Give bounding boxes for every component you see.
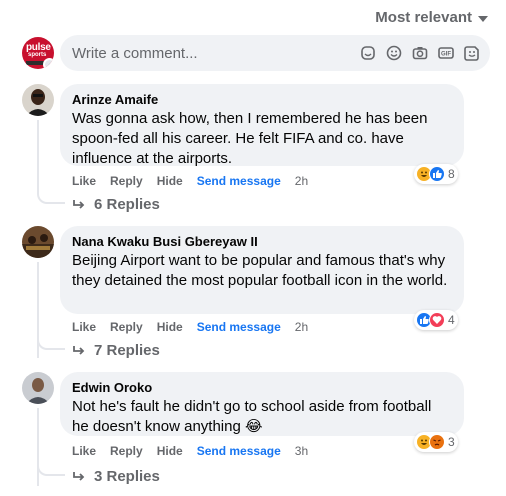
sort-label: Most relevant — [375, 9, 472, 26]
reply-button[interactable]: Reply — [110, 444, 143, 458]
reply-arrow-icon — [73, 345, 85, 355]
camera-icon[interactable] — [412, 45, 428, 61]
replies-count: 6 Replies — [94, 196, 160, 213]
reply-button[interactable]: Reply — [110, 174, 143, 188]
comment-composer: pulse sports Write a comment... GIF — [22, 35, 490, 71]
chevron-down-icon[interactable] — [43, 58, 54, 69]
comment-input[interactable]: Write a comment... GIF — [60, 35, 490, 71]
replies-count: 7 Replies — [94, 342, 160, 359]
comment-item: Nana Kwaku Busi Gbereyaw II Beijing Airp… — [22, 226, 490, 366]
comment-text: Not he's fault he didn't go to school as… — [72, 398, 432, 435]
thread-line — [37, 120, 39, 194]
comment-text: Was gonna ask how, then I remembered he … — [72, 110, 428, 167]
comment-actions: Like Reply Hide Send message 2h — [72, 320, 308, 334]
love-reaction-icon — [429, 312, 445, 328]
comment-actions: Like Reply Hide Send message 2h — [72, 174, 308, 188]
sort-dropdown[interactable]: Most relevant — [375, 9, 488, 26]
reaction-summary[interactable]: 4 — [414, 310, 458, 330]
replies-count: 3 Replies — [94, 468, 160, 485]
timestamp[interactable]: 3h — [295, 444, 308, 458]
avatar-logo-subtext: sports — [28, 52, 47, 58]
hide-button[interactable]: Hide — [157, 444, 183, 458]
comment-author[interactable]: Nana Kwaku Busi Gbereyaw II — [72, 234, 452, 250]
avatar[interactable] — [22, 372, 54, 404]
angry-reaction-icon — [429, 434, 445, 450]
thread-line — [37, 408, 39, 486]
like-button[interactable]: Like — [72, 444, 96, 458]
send-message-button[interactable]: Send message — [197, 174, 281, 188]
thread-connector — [37, 338, 65, 350]
comment-item: Arinze Amaife Was gonna ask how, then I … — [22, 84, 490, 224]
reply-arrow-icon — [73, 471, 85, 481]
avatar[interactable] — [22, 84, 54, 116]
comment-bubble: Edwin Oroko Not he's fault he didn't go … — [60, 372, 464, 436]
comment-item: Edwin Oroko Not he's fault he didn't go … — [22, 372, 490, 496]
thread-connector — [37, 464, 65, 476]
like-reaction-icon — [429, 166, 445, 182]
reaction-summary[interactable]: 8 — [414, 164, 458, 184]
like-button[interactable]: Like — [72, 320, 96, 334]
comment-bubble: Arinze Amaife Was gonna ask how, then I … — [60, 84, 464, 167]
send-message-button[interactable]: Send message — [197, 444, 281, 458]
comment-author[interactable]: Edwin Oroko — [72, 380, 452, 396]
comment-text: Beijing Airport want to be popular and f… — [72, 252, 448, 289]
like-button[interactable]: Like — [72, 174, 96, 188]
caret-down-icon — [478, 15, 488, 22]
avatar-sticker-icon[interactable] — [464, 45, 480, 61]
reaction-summary[interactable]: 3 — [414, 432, 458, 452]
reaction-count: 8 — [448, 167, 455, 181]
comment-placeholder: Write a comment... — [72, 44, 198, 62]
reply-arrow-icon — [73, 199, 85, 209]
hide-button[interactable]: Hide — [157, 174, 183, 188]
hide-button[interactable]: Hide — [157, 320, 183, 334]
view-replies-button[interactable]: 7 Replies — [72, 342, 160, 359]
avatar[interactable]: pulse sports — [22, 37, 54, 69]
timestamp[interactable]: 2h — [295, 320, 308, 334]
comment-actions: Like Reply Hide Send message 3h — [72, 444, 308, 458]
send-message-button[interactable]: Send message — [197, 320, 281, 334]
gif-icon[interactable]: GIF — [438, 45, 454, 61]
view-replies-button[interactable]: 6 Replies — [72, 196, 160, 213]
reaction-count: 3 — [448, 435, 455, 449]
comment-author[interactable]: Arinze Amaife — [72, 92, 452, 108]
emoji-icon[interactable] — [386, 45, 402, 61]
comment-bubble: Nana Kwaku Busi Gbereyaw II Beijing Airp… — [60, 226, 464, 314]
thread-connector — [37, 192, 65, 204]
reply-button[interactable]: Reply — [110, 320, 143, 334]
timestamp[interactable]: 2h — [295, 174, 308, 188]
svg-text:GIF: GIF — [441, 52, 451, 58]
sticker-icon[interactable] — [360, 45, 376, 61]
view-replies-button[interactable]: 3 Replies — [72, 468, 160, 485]
reaction-count: 4 — [448, 313, 455, 327]
avatar[interactable] — [22, 226, 54, 258]
